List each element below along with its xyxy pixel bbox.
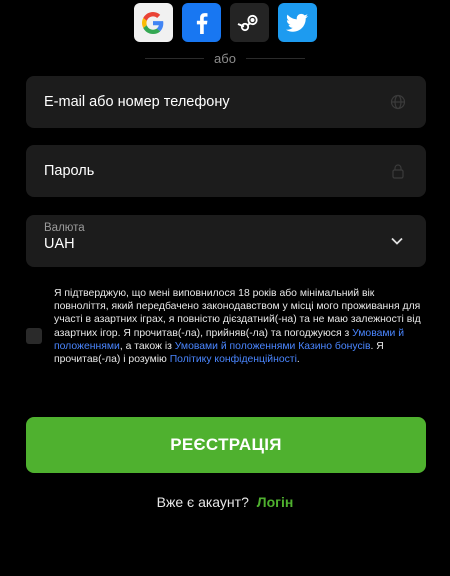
steam-icon <box>237 14 258 31</box>
currency-value: UAH <box>44 236 75 252</box>
email-field[interactable]: E-mail або номер телефону <box>26 76 426 128</box>
terms-text-part: . <box>296 354 300 366</box>
divider-line-right <box>245 58 305 59</box>
chevron-down-icon <box>391 237 403 245</box>
register-button[interactable]: РЕЄСТРАЦІЯ <box>26 417 426 473</box>
facebook-login-button[interactable] <box>181 3 221 42</box>
or-divider: або <box>145 51 305 66</box>
facebook-icon <box>196 12 208 34</box>
login-question: Вже є акаунт? <box>156 494 249 510</box>
email-placeholder: E-mail або номер телефону <box>44 94 230 110</box>
divider-line-left <box>145 58 205 59</box>
lock-icon <box>392 164 404 179</box>
casino-bonus-terms-link[interactable]: Умовами й положеннями Казино бонусів <box>175 341 371 352</box>
google-login-button[interactable] <box>133 3 173 42</box>
currency-label: Валюта <box>44 222 85 234</box>
currency-select[interactable]: Валюта UAH <box>26 215 426 267</box>
terms-checkbox[interactable] <box>26 328 42 344</box>
privacy-policy-link[interactable]: Політику конфіденційності <box>170 354 297 365</box>
password-field[interactable]: Пароль <box>26 145 426 197</box>
divider-text: або <box>214 51 236 66</box>
steam-login-button[interactable] <box>229 3 269 42</box>
login-prompt: Вже є акаунт? Логін <box>0 494 450 510</box>
twitter-login-button[interactable] <box>277 3 317 42</box>
terms-text-part: , а також із <box>119 340 175 352</box>
terms-text: Я підтверджую, що мені виповнилося 18 ро… <box>54 287 422 366</box>
twitter-icon <box>286 13 308 32</box>
globe-icon <box>390 94 406 110</box>
social-login-row <box>0 3 450 42</box>
google-icon <box>142 11 164 34</box>
login-link[interactable]: Логін <box>257 494 294 510</box>
password-placeholder: Пароль <box>44 163 95 179</box>
